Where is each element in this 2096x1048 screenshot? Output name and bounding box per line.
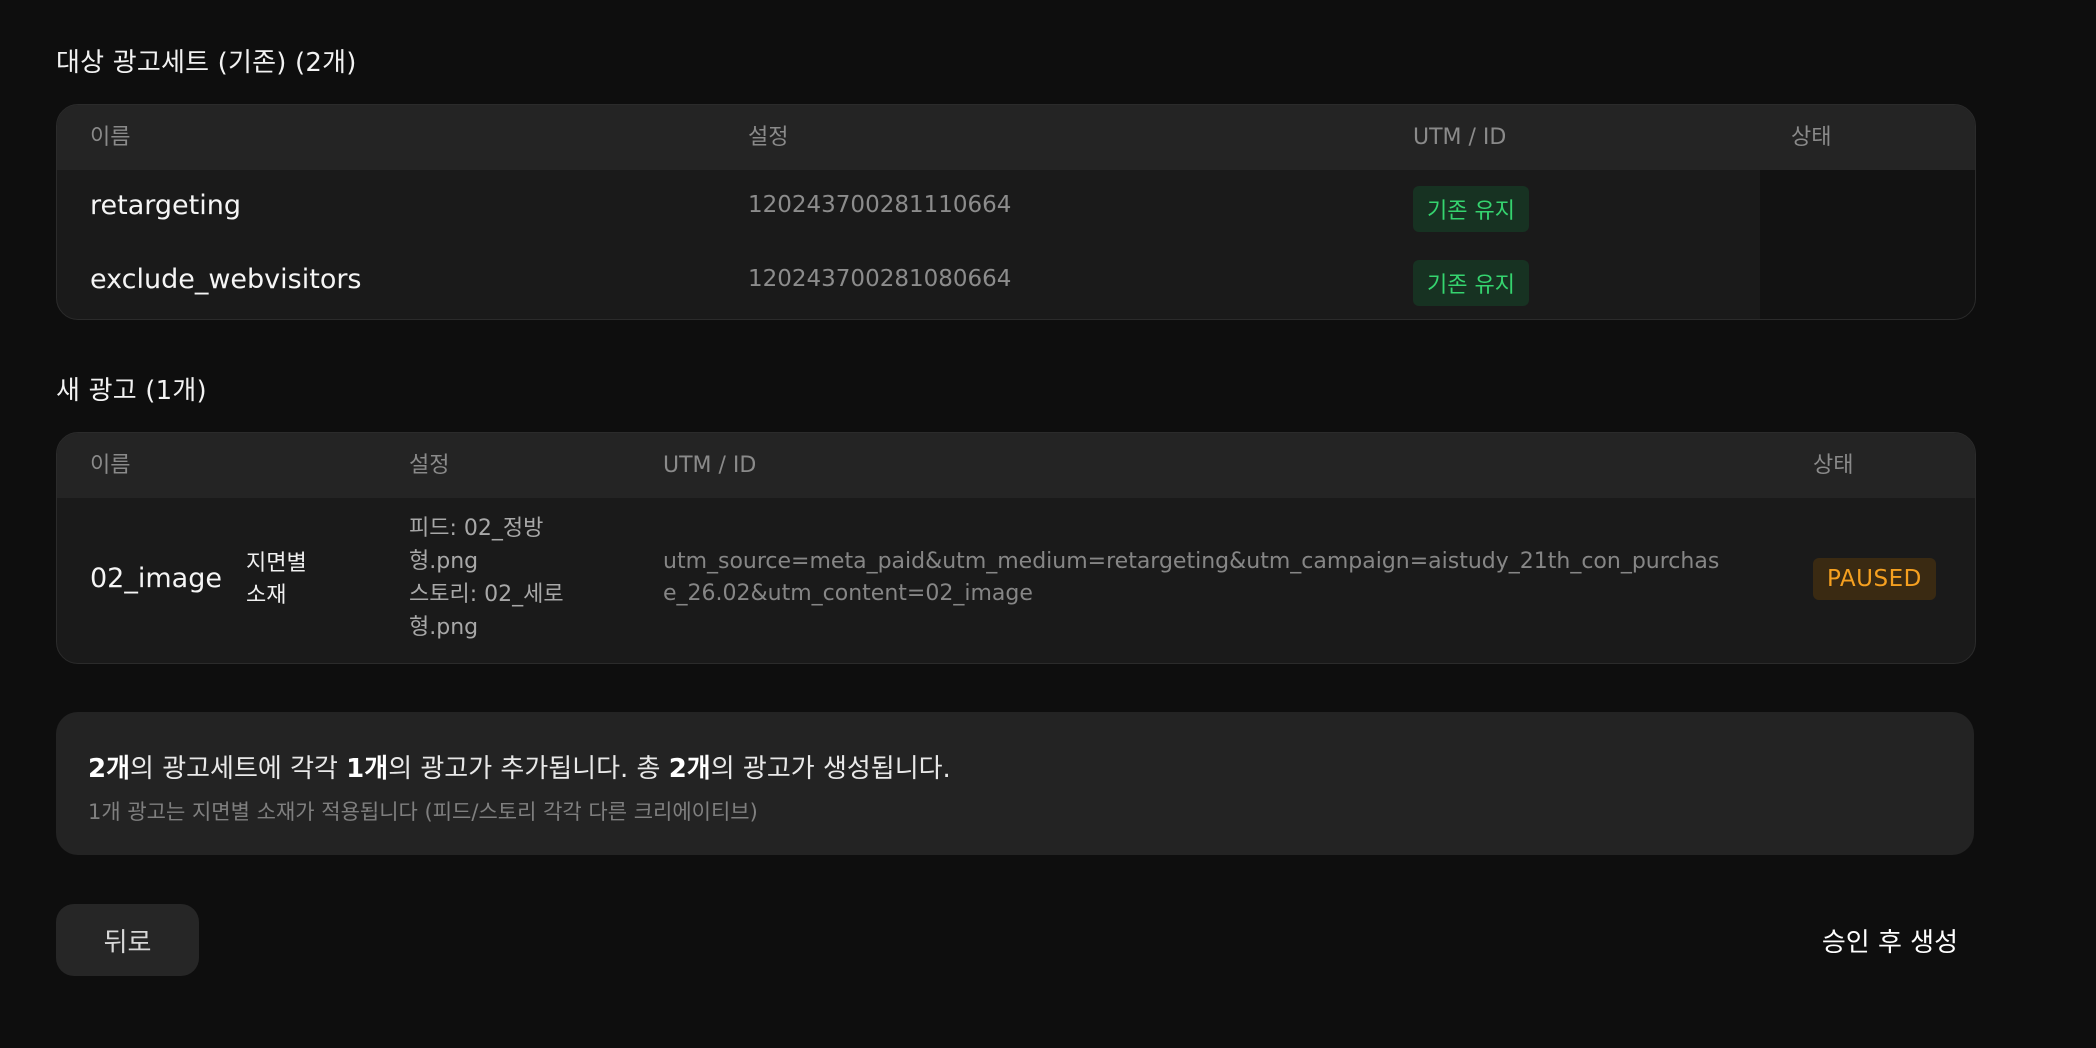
story-creative-line: 스토리: 02_세로: [409, 582, 564, 607]
summary-text-part: 의 광고가 생성됩니다.: [710, 754, 951, 784]
summary-text: 2개의 광고세트에 각각 1개의 광고가 추가됩니다. 총 2개의 광고가 생성…: [88, 748, 951, 785]
utm-line: utm_source=meta_paid&utm_medium=retarget…: [663, 549, 1720, 574]
summary-adset-count: 2개: [88, 754, 131, 784]
col-header-utm: UTM / ID: [663, 453, 757, 478]
col-header-name: 이름: [90, 453, 131, 478]
col-header-name: 이름: [90, 125, 131, 150]
col-header-status: 상태: [1813, 453, 1854, 478]
keep-existing-badge-label: 기존 유지: [1413, 260, 1529, 306]
adset-name: exclude_webvisitors: [90, 264, 362, 295]
ads-table-header: 이름 설정 UTM / ID 상태: [57, 433, 1975, 498]
placement-creative-tag-line: 지면별: [246, 551, 307, 576]
placement-creative-tag: 지면별 소재: [246, 548, 307, 612]
feed-creative-line: 피드: 02_정방: [409, 516, 544, 541]
summary-subtext: 1개 광고는 지면별 소재가 적용됩니다 (피드/스토리 각각 다른 크리에이티…: [88, 800, 758, 824]
placement-creative-tag-line: 소재: [246, 583, 287, 608]
back-button[interactable]: 뒤로: [56, 904, 199, 976]
ad-name: 02_image: [90, 563, 222, 594]
summary-text-part: 의 광고가 추가됩니다. 총: [388, 754, 669, 784]
story-creative-line: 형.png: [409, 615, 479, 640]
table-row: 02_image 지면별 소재 피드: 02_정방 형.png 스토리: 02_…: [57, 498, 1975, 662]
ads-section-title: 새 광고 (1개): [56, 376, 207, 406]
adset-id: 120243700281080664: [748, 266, 1012, 292]
table-row: exclude_webvisitors 120243700281080664 기…: [57, 244, 1975, 318]
adsets-table: 이름 설정 UTM / ID 상태 retargeting 1202437002…: [56, 104, 1976, 320]
utm-parameters: utm_source=meta_paid&utm_medium=retarget…: [663, 546, 1719, 610]
summary-text-part: 의 광고세트에 각각: [130, 754, 347, 784]
adset-id: 120243700281110664: [748, 192, 1012, 218]
summary-total-ads: 2개: [668, 754, 711, 784]
feed-creative-line: 형.png: [409, 549, 479, 574]
keep-existing-badge-label: 기존 유지: [1413, 186, 1529, 232]
paused-status-label: PAUSED: [1813, 558, 1936, 600]
utm-line: e_26.02&utm_content=02_image: [663, 581, 1033, 606]
summary-ads-per-adset: 1개: [346, 754, 389, 784]
ad-creation-review-page: 대상 광고세트 (기존) (2개) 이름 설정 UTM / ID 상태 reta…: [0, 0, 2096, 1048]
col-header-setting: 설정: [409, 453, 450, 478]
summary-box: 2개의 광고세트에 각각 1개의 광고가 추가됩니다. 총 2개의 광고가 생성…: [56, 712, 1974, 855]
keep-existing-badge: 기존 유지: [1413, 260, 1529, 306]
adsets-table-header: 이름 설정 UTM / ID 상태: [57, 105, 1975, 170]
col-header-utm: UTM / ID: [1413, 125, 1507, 150]
ads-table: 이름 설정 UTM / ID 상태 02_image 지면별 소재 피드: 02…: [56, 432, 1976, 664]
ad-creative-settings: 피드: 02_정방 형.png 스토리: 02_세로 형.png: [409, 512, 564, 644]
adsets-section-title: 대상 광고세트 (기존) (2개): [56, 48, 357, 78]
table-row: retargeting 120243700281110664 기존 유지: [57, 170, 1975, 244]
col-header-setting: 설정: [748, 125, 789, 150]
keep-existing-badge: 기존 유지: [1413, 186, 1529, 232]
approve-and-create-button[interactable]: 승인 후 생성: [1762, 904, 1958, 976]
status-badge: PAUSED: [1813, 558, 1936, 600]
adset-name: retargeting: [90, 190, 241, 221]
col-header-status: 상태: [1791, 125, 1832, 150]
